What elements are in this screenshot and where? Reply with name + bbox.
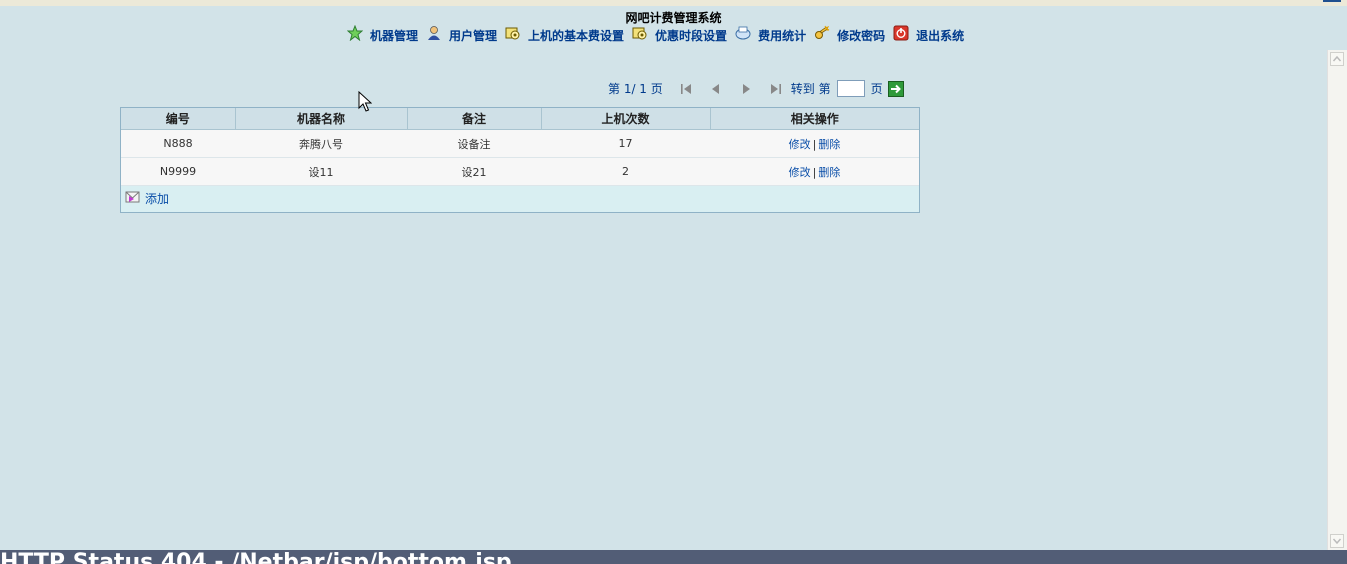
nav-label: 用户管理 — [449, 29, 498, 43]
cell-name: 设11 — [235, 157, 407, 186]
table-row: N888 奔腾八号 设备注 17 修改 | 删除 — [121, 129, 919, 158]
pagination: 第 1/ 1 页 转到 第 页 — [608, 80, 904, 97]
cell-count: 2 — [541, 157, 710, 186]
cell-id: N888 — [121, 129, 235, 158]
page-title: 网吧计费管理系统 — [625, 11, 722, 25]
nav-label: 修改密码 — [837, 29, 886, 43]
last-page-icon[interactable] — [769, 82, 783, 96]
cell-id: N9999 — [121, 157, 235, 186]
first-page-icon[interactable] — [679, 82, 693, 96]
power-icon — [893, 25, 909, 40]
page-indicator: 第 1/ 1 页 — [608, 82, 663, 96]
nav-item-password[interactable]: 修改密码 — [814, 25, 886, 44]
prev-page-icon[interactable] — [709, 82, 723, 96]
scroll-up-icon[interactable] — [1330, 52, 1344, 66]
cell-count: 17 — [541, 129, 710, 158]
browser-top-strip — [0, 0, 1347, 6]
separator: | — [812, 165, 817, 179]
nav-label: 优惠时段设置 — [655, 29, 728, 43]
stats-icon — [735, 26, 751, 39]
settings-icon — [505, 27, 520, 39]
user-icon — [428, 25, 441, 40]
page-suffix: 页 — [870, 82, 883, 96]
column-header-id: 编号 — [121, 108, 236, 130]
separator: | — [812, 137, 817, 151]
nav-item-user[interactable]: 用户管理 — [426, 25, 498, 44]
page-number-input[interactable] — [836, 80, 865, 97]
cell-actions: 修改 | 删除 — [710, 129, 919, 158]
nav-item-discount[interactable]: 优惠时段设置 — [632, 27, 727, 44]
key-icon — [815, 25, 830, 39]
nav-item-logout[interactable]: 退出系统 — [893, 25, 965, 44]
nav-label: 费用统计 — [758, 29, 807, 43]
table-header-row: 编号 机器名称 备注 上机次数 相关操作 — [121, 108, 919, 130]
column-header-note: 备注 — [407, 108, 542, 130]
cell-note: 设备注 — [407, 129, 541, 158]
column-header-count: 上机次数 — [541, 108, 711, 130]
settings-icon — [632, 27, 647, 39]
edit-link[interactable]: 修改 — [789, 138, 811, 151]
scroll-down-icon[interactable] — [1330, 534, 1344, 548]
status-bar: HTTP Status 404 - /Netbar/jsp/bottom.jsp — [0, 550, 1347, 564]
column-header-name: 机器名称 — [235, 108, 408, 130]
cell-name: 奔腾八号 — [235, 129, 407, 158]
cell-note: 设21 — [407, 157, 541, 186]
cell-actions: 修改 | 删除 — [710, 157, 919, 186]
status-text: HTTP Status 404 - /Netbar/jsp/bottom.jsp — [0, 550, 512, 564]
go-arrow-icon[interactable] — [887, 80, 904, 97]
edit-link[interactable]: 修改 — [789, 166, 811, 179]
nav-label: 机器管理 — [370, 29, 419, 43]
nav-item-base-fee[interactable]: 上机的基本费设置 — [505, 27, 624, 44]
add-envelope-icon — [125, 191, 140, 202]
column-header-actions: 相关操作 — [710, 108, 919, 130]
nav-item-stats[interactable]: 费用统计 — [735, 26, 807, 44]
delete-link[interactable]: 删除 — [818, 166, 840, 179]
nav-label: 退出系统 — [916, 29, 965, 43]
nav-item-machine[interactable]: 机器管理 — [347, 24, 419, 44]
next-page-icon[interactable] — [739, 82, 753, 96]
machine-table: 编号 机器名称 备注 上机次数 相关操作 N888 奔腾八号 设备注 17 修改… — [121, 108, 919, 186]
table-row: N9999 设11 设21 2 修改 | 删除 — [121, 157, 919, 186]
machine-table-panel: 编号 机器名称 备注 上机次数 相关操作 N888 奔腾八号 设备注 17 修改… — [120, 107, 920, 213]
vertical-scrollbar[interactable] — [1327, 50, 1347, 550]
nav-label: 上机的基本费设置 — [528, 29, 625, 43]
main-nav: 机器管理 用户管理 上机的基本费设置 优惠时段设置 费用统计 修改密码 退出系统 — [347, 24, 972, 44]
window-control[interactable] — [1323, 0, 1341, 2]
add-machine-button[interactable]: 添加 — [125, 190, 169, 207]
add-label: 添加 — [145, 192, 170, 206]
mouse-cursor-icon — [358, 91, 372, 112]
star-icon — [347, 24, 363, 41]
goto-label: 转到 第 — [790, 82, 831, 96]
delete-link[interactable]: 删除 — [818, 138, 840, 151]
